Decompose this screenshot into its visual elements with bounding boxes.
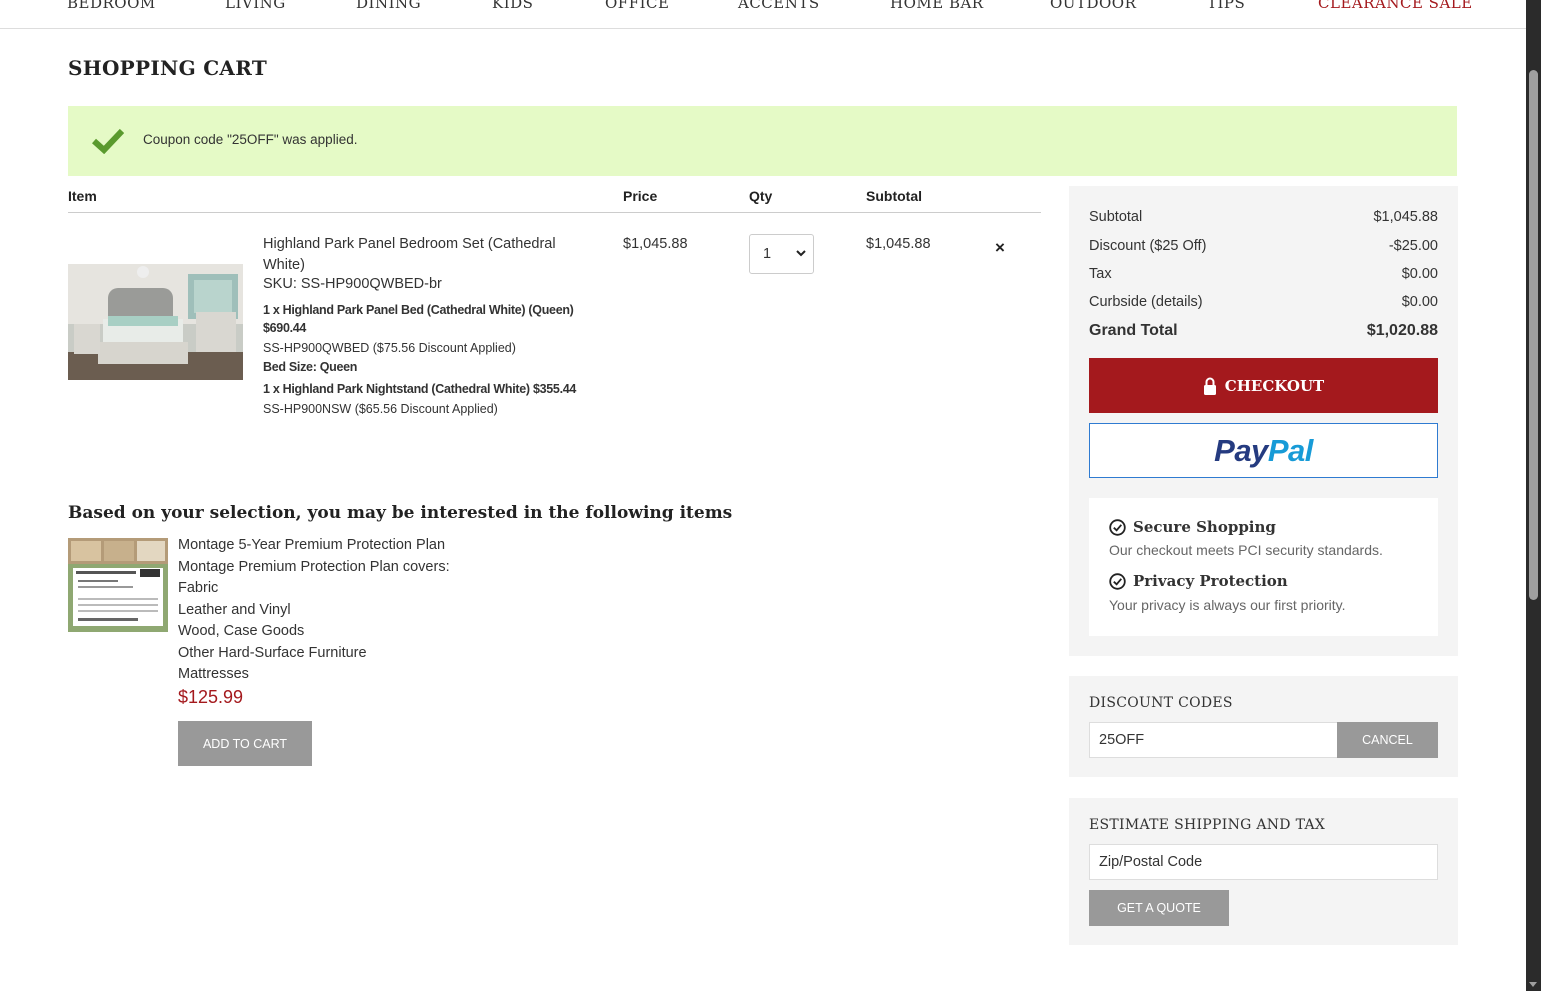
nav-item-bedroom[interactable]: BEDROOM	[67, 0, 156, 12]
quantity-select[interactable]: 1	[749, 234, 814, 274]
nav-item-office[interactable]: OFFICE	[605, 0, 669, 12]
option-nightstand: 1 x Highland Park Nightstand (Cathedral …	[263, 382, 577, 396]
recommendations-title: Based on your selection, you may be inte…	[68, 503, 733, 523]
item-subtotal: $1,045.88	[866, 236, 931, 252]
add-to-cart-button[interactable]: ADD TO CART	[178, 721, 312, 766]
zip-code-input[interactable]: Zip/Postal Code	[1089, 844, 1438, 880]
estimate-shipping-title: ESTIMATE SHIPPING AND TAX	[1089, 817, 1326, 833]
protection-plan-price: $125.99	[178, 687, 244, 707]
secure-shopping-title: Secure Shopping	[1133, 518, 1276, 536]
lock-icon	[1203, 377, 1216, 395]
quantity-value: 1	[763, 246, 772, 262]
table-header-divider	[68, 212, 1041, 213]
protection-plan-line: Fabric	[178, 580, 219, 596]
paypal-button[interactable]: Pay Pal	[1089, 423, 1438, 478]
protection-plan-title[interactable]: Montage 5-Year Premium Protection Plan	[178, 535, 450, 557]
nav-item-tips[interactable]: TIPS	[1207, 0, 1245, 12]
protection-plan-line: Mattresses	[178, 666, 249, 682]
nav-item-outdoor[interactable]: OUTDOOR	[1050, 0, 1136, 12]
product-image[interactable]	[68, 264, 243, 380]
product-name[interactable]: Highland Park Panel Bedroom Set (Cathedr…	[263, 234, 583, 276]
coupon-success-alert: Coupon code "25OFF" was applied.	[68, 106, 1457, 176]
option-bed-size: Bed Size: Queen	[263, 360, 358, 374]
checkmark-icon	[92, 128, 124, 154]
protection-plan-line: Leather and Vinyl	[178, 601, 291, 618]
secure-shopping-heading: Secure Shopping	[1109, 518, 1276, 536]
scrollbar-thumb[interactable]	[1529, 70, 1538, 600]
paypal-logo-pal: Pal	[1267, 432, 1314, 468]
trust-badges: Secure Shopping Our checkout meets PCI s…	[1089, 498, 1438, 636]
grand-total-value: $1,020.88	[1366, 322, 1438, 339]
page-title: SHOPPING CART	[68, 56, 268, 80]
option-bed-price: $690.44	[263, 321, 307, 335]
secure-shopping-text: Our checkout meets PCI security standard…	[1109, 542, 1383, 558]
grand-total-label: Grand Total	[1089, 322, 1178, 339]
protection-plan-line: Montage Premium Protection Plan covers:	[178, 558, 450, 575]
item-price: $1,045.88	[623, 236, 688, 252]
summary-value: -$25.00	[1388, 238, 1438, 254]
protection-plan-line: Wood, Case Goods	[178, 623, 305, 639]
nav-item-living[interactable]: LIVING	[225, 0, 286, 12]
protection-plan-line: Other Hard-Surface Furniture	[178, 644, 367, 661]
paypal-logo-pay: Pay	[1214, 432, 1268, 468]
summary-value: $0.00	[1401, 266, 1438, 282]
nav-item-home-bar[interactable]: HOME BAR	[890, 0, 984, 12]
summary-label: Discount ($25 Off)	[1089, 238, 1207, 254]
discount-codes-title: DISCOUNT CODES	[1089, 695, 1233, 711]
column-header-qty: Qty	[749, 188, 773, 204]
top-navigation: BEDROOM LIVING DINING KIDS OFFICE ACCENT…	[0, 0, 1526, 29]
protection-plan-description: Montage 5-Year Premium Protection Plan M…	[178, 535, 450, 686]
nav-item-kids[interactable]: KIDS	[492, 0, 533, 12]
nav-item-clearance-sale[interactable]: CLEARANCE SALE	[1318, 0, 1473, 12]
summary-label: Subtotal	[1089, 209, 1143, 225]
remove-item-icon[interactable]: ×	[995, 238, 1005, 258]
product-sku: SKU: SS-HP900QWBED-br	[263, 276, 442, 292]
get-quote-button[interactable]: GET A QUOTE	[1089, 890, 1229, 926]
privacy-protection-title: Privacy Protection	[1133, 572, 1288, 590]
option-nightstand-sku: SS-HP900NSW ($65.56 Discount Applied)	[263, 402, 498, 416]
chevron-down-icon	[796, 250, 806, 257]
protection-plan-image[interactable]	[68, 538, 168, 632]
nav-item-dining[interactable]: DINING	[356, 0, 421, 12]
scroll-down-icon[interactable]	[1529, 982, 1537, 987]
column-header-price: Price	[623, 188, 658, 204]
option-bed-sku: SS-HP900QWBED ($75.56 Discount Applied)	[263, 341, 516, 355]
checkout-button[interactable]: CHECKOUT	[1089, 358, 1438, 413]
alert-message: Coupon code "25OFF" was applied.	[143, 132, 358, 147]
nav-item-accents[interactable]: ACCENTS	[738, 0, 820, 12]
check-circle-icon	[1109, 518, 1126, 536]
curbside-details-link[interactable]: Curbside (details)	[1089, 294, 1203, 310]
column-header-item: Item	[68, 188, 97, 204]
cancel-coupon-button[interactable]: CANCEL	[1337, 722, 1438, 758]
summary-value: $1,045.88	[1373, 209, 1438, 225]
checkout-label: CHECKOUT	[1224, 376, 1325, 395]
column-header-subtotal: Subtotal	[866, 188, 922, 204]
option-bed: 1 x Highland Park Panel Bed (Cathedral W…	[263, 303, 574, 317]
check-circle-icon	[1109, 572, 1126, 590]
discount-code-input[interactable]: 25OFF	[1089, 722, 1338, 758]
summary-label: Tax	[1089, 266, 1112, 282]
summary-value: $0.00	[1401, 294, 1438, 310]
privacy-protection-heading: Privacy Protection	[1109, 572, 1288, 590]
scrollbar[interactable]	[1526, 0, 1541, 991]
privacy-protection-text: Your privacy is always our first priorit…	[1109, 597, 1346, 613]
